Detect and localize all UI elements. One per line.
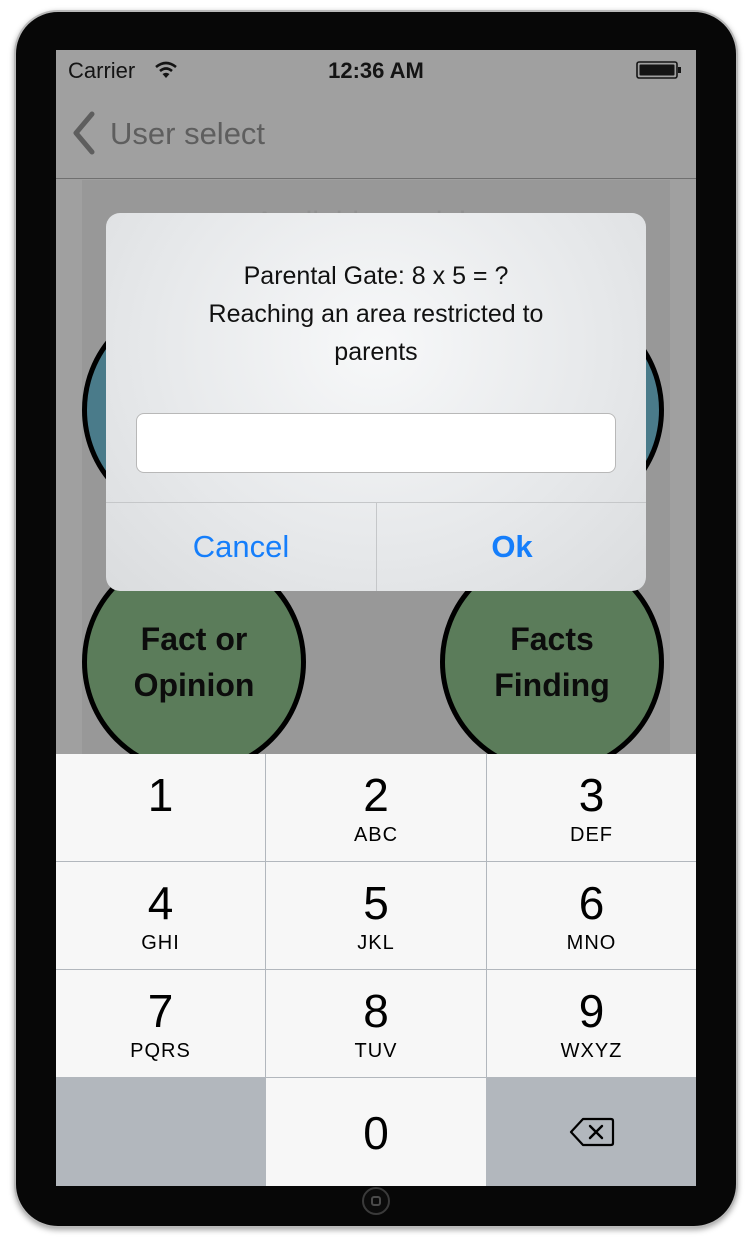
key-number: 9 (578, 985, 605, 1037)
key-number: 0 (363, 1107, 389, 1159)
home-button-square-icon (371, 1196, 381, 1206)
key-number: 2 (363, 769, 389, 821)
keypad-key-4[interactable]: 4 GHI (56, 862, 265, 969)
keypad-key-7[interactable]: 7 PQRS (56, 970, 265, 1077)
key-number: 8 (363, 985, 389, 1037)
key-letters: GHI (141, 932, 180, 954)
keypad-key-1[interactable]: 1 (56, 754, 265, 861)
battery-icon (636, 61, 681, 79)
back-chevron-icon[interactable] (70, 110, 98, 156)
key-letters: TUV (354, 1040, 398, 1062)
navigation-bar: User select (56, 90, 696, 179)
key-number: 3 (578, 769, 605, 821)
key-number: 1 (147, 769, 174, 821)
parental-gate-alert: Parental Gate: 8 x 5 = ? Reaching an are… (106, 213, 646, 591)
answer-input[interactable] (136, 413, 616, 473)
number-keypad: 1 2 ABC 3 DEF 4 GHI 5 JKL 6 MNO 7 PQRS 8 (56, 754, 696, 1186)
home-button[interactable] (362, 1187, 390, 1215)
keypad-key-6[interactable]: 6 MNO (487, 862, 696, 969)
alert-message-line: Parental Gate: 8 x 5 = ? (243, 262, 509, 290)
alert-message-line: parents (334, 338, 418, 366)
keypad-key-0[interactable]: 0 (266, 1078, 486, 1186)
keypad-key-2[interactable]: 2 ABC (266, 754, 486, 861)
keypad-key-8[interactable]: 8 TUV (266, 970, 486, 1077)
key-letters: ABC (353, 824, 399, 846)
key-number: 4 (147, 877, 174, 929)
keypad-key-3[interactable]: 3 DEF (487, 754, 696, 861)
keypad-key-5[interactable]: 5 JKL (266, 862, 486, 969)
delete-backspace-icon (569, 1117, 614, 1147)
key-letters: WXYZ (560, 1040, 623, 1062)
key-letters: DEF (570, 824, 613, 846)
key-number: 6 (578, 877, 605, 929)
alert-message: Parental Gate: 8 x 5 = ? Reaching an are… (126, 257, 626, 371)
keypad-blank-key (56, 1078, 265, 1186)
key-letters: MNO (566, 932, 617, 954)
key-number: 5 (363, 877, 389, 929)
ok-button[interactable]: Ok (377, 503, 646, 591)
status-bar: Carrier 12:36 AM (56, 50, 696, 90)
status-time: 12:36 AM (328, 58, 424, 83)
back-button-label[interactable]: User select (110, 116, 265, 152)
screen: Carrier 12:36 AM User select Available m… (56, 50, 696, 1186)
keypad-key-9[interactable]: 9 WXYZ (487, 970, 696, 1077)
delete-key[interactable] (487, 1078, 696, 1186)
alert-message-line: Reaching an area restricted to (208, 300, 544, 328)
cancel-button[interactable]: Cancel (106, 503, 376, 591)
key-number: 7 (147, 985, 174, 1037)
key-letters: PQRS (130, 1040, 191, 1062)
key-letters: JKL (357, 932, 395, 954)
